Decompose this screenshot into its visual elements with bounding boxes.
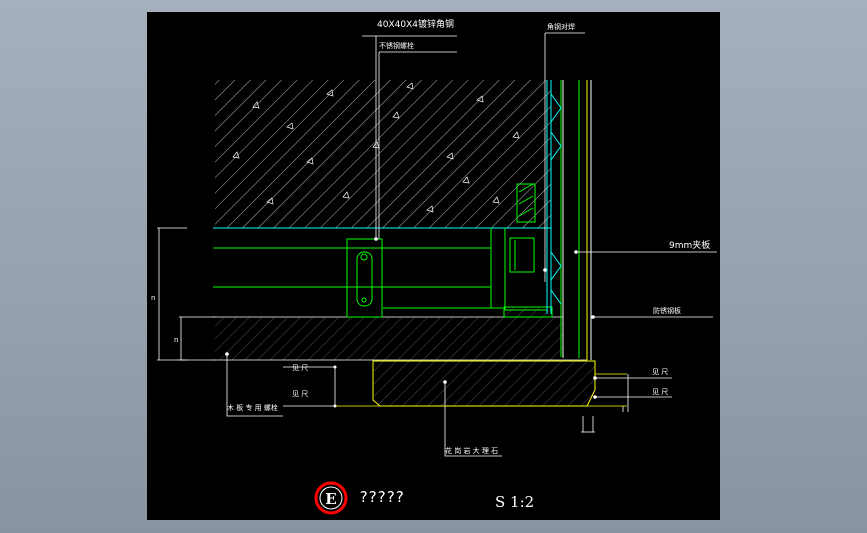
label-dim-vertical-short: n — [174, 336, 178, 344]
label-angle-steel: 40X40X4镀锌角钢 — [377, 18, 454, 30]
concrete-slab — [215, 80, 551, 228]
section-drawing: 40X40X4镀锌角钢 不锈钢螺栓 角钢对焊 9mm夹板 防锈钢板 见 尺 见 … — [151, 18, 717, 515]
label-dim-left-top: 见 尺 — [292, 364, 308, 372]
label-left-note: 木 板 专 用 螺栓 — [227, 403, 278, 412]
label-dim-right-bottom: 见 尺 — [652, 388, 668, 396]
cad-viewport[interactable]: 40X40X4镀锌角钢 不锈钢螺栓 角钢对焊 9mm夹板 防锈钢板 见 尺 见 … — [147, 12, 720, 520]
label-dim-vertical-long: n — [151, 294, 155, 302]
label-dim-left-bottom: 见 尺 — [292, 390, 308, 398]
label-stainless-bolt: 不锈钢螺栓 — [379, 41, 414, 50]
label-marble: 花 岗 岩 大 理 石 — [445, 446, 498, 455]
label-steel-weld: 角钢对焊 — [547, 22, 575, 31]
section-marker: E — [314, 481, 348, 515]
label-plywood-9mm: 9mm夹板 — [669, 239, 710, 251]
drawing-title: ????? — [359, 488, 404, 506]
marble-base — [335, 360, 627, 407]
section-marker-letter: E — [325, 490, 336, 508]
drawing-scale: S 1:2 — [495, 493, 534, 511]
screed-band — [213, 316, 587, 361]
label-dim-right-top: 见 尺 — [652, 368, 668, 376]
label-stainless-plate: 防锈钢板 — [653, 306, 681, 315]
